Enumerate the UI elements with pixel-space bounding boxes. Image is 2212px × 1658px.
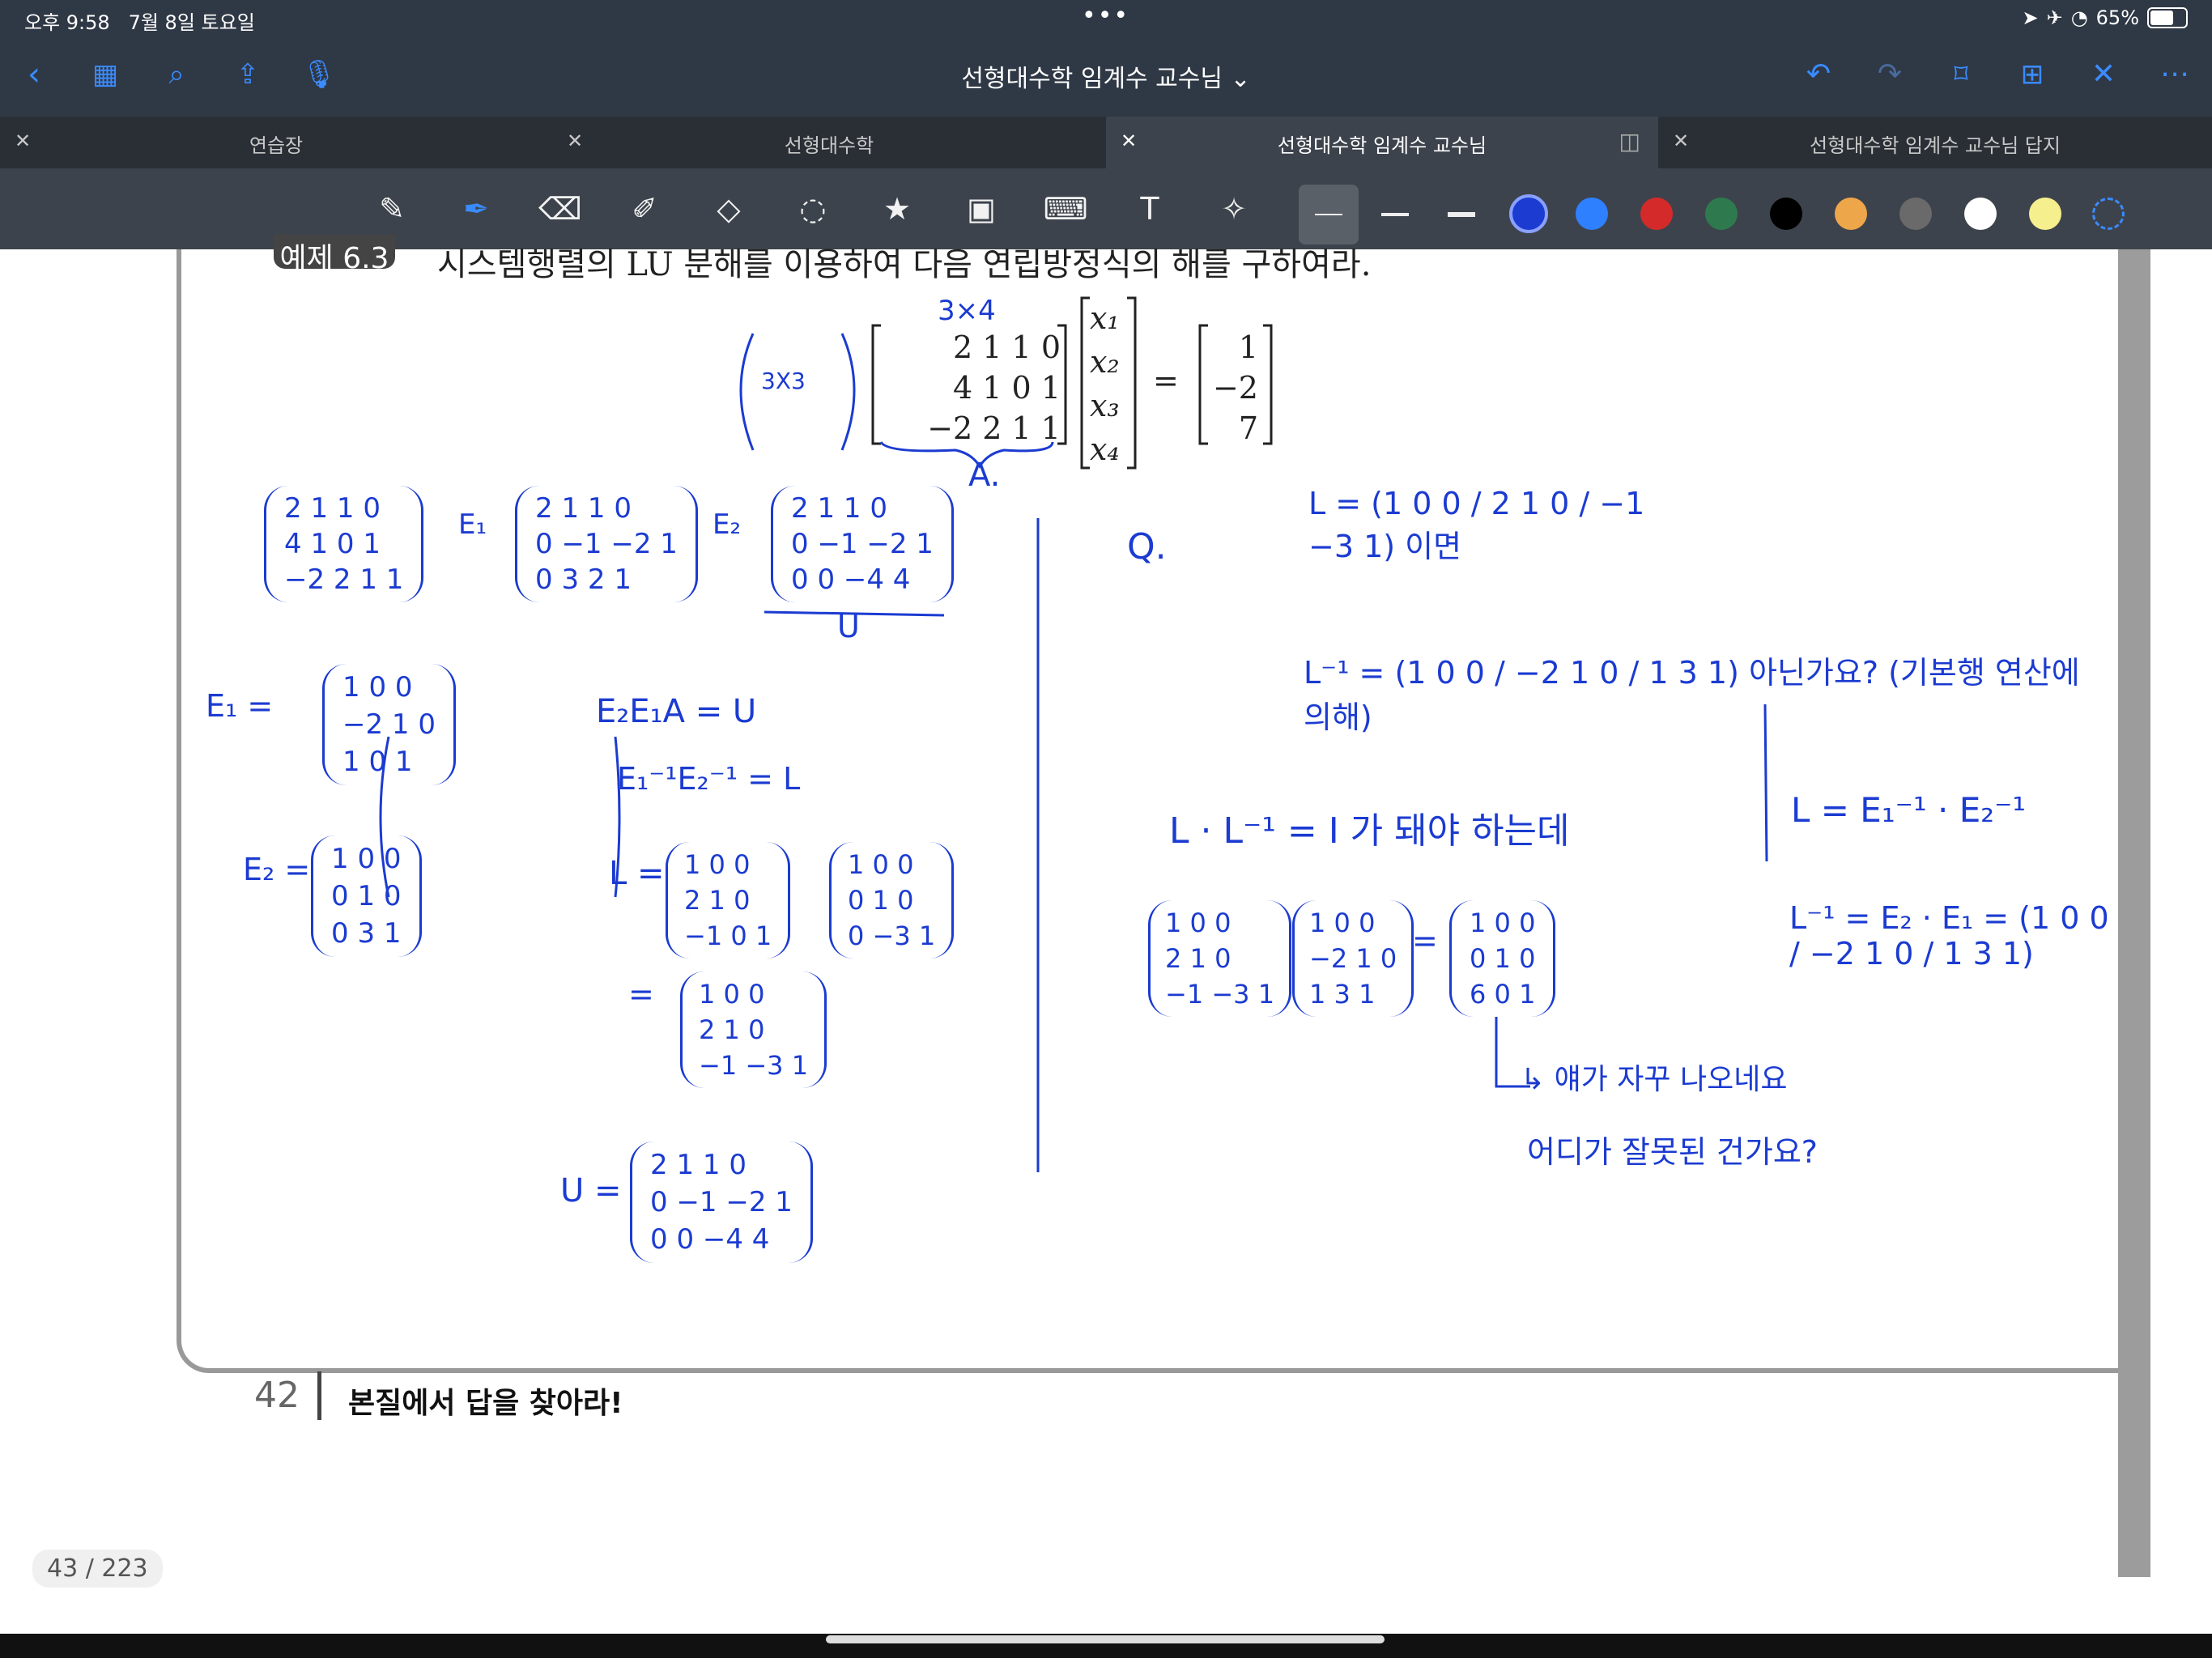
matrix-L-inverse-right: 1 0 0 −2 1 01 3 1 — [1292, 900, 1414, 1017]
matrix-E1-inverse: 1 0 02 1 0 −1 0 1 — [666, 842, 791, 959]
question-mark-Q: Q. — [1127, 526, 1167, 568]
matrix-step1: 2 1 1 00 −1 −2 10 3 2 1 — [515, 486, 698, 602]
arrow-E1: E₁ — [458, 508, 487, 541]
arrow-E2: E₂ — [713, 508, 742, 541]
eq-sign-2: = — [1412, 923, 1438, 959]
note-3x4: 3×4 — [938, 295, 996, 327]
matrix-L-left: 1 0 02 1 0 −1 −3 1 — [1148, 900, 1292, 1017]
eq-L-product-inverses: L = E₁⁻¹ · E₂⁻¹ — [1791, 790, 2027, 830]
eq-L-inverse-question: L⁻¹ = (1 0 0 / −2 1 0 / 1 3 1) 아닌가요? (기본… — [1304, 655, 2080, 735]
label-E2: E₂ = — [243, 852, 311, 887]
note-keeps-appearing: ↳ 얘가 자꾸 나오네요 — [1521, 1063, 1788, 1096]
matrix-E1: 1 0 0 −2 1 01 0 1 — [322, 664, 456, 785]
eq-EEA-U: E₂E₁A = U — [596, 693, 757, 730]
eq-L-inverse-product: L⁻¹ = E₂ · E₁ = (1 0 0 / −2 1 0 / 1 3 1) — [1789, 900, 2109, 971]
eq-L-definition: L = (1 0 0 / 2 1 0 / −1 −3 1) 이면 — [1308, 486, 1645, 564]
label-under-U: U — [837, 609, 860, 644]
eq-L-times-L-inverse: L · L⁻¹ = I 가 돼야 하는데 — [1169, 810, 1570, 852]
matrix-E2-inverse: 1 0 00 1 00 −3 1 — [829, 842, 955, 959]
note-A: A. — [968, 457, 1001, 494]
note-3x3: 3X3 — [761, 368, 806, 394]
matrix-U-step: 2 1 1 00 −1 −2 10 0 −4 4 — [771, 486, 954, 602]
label-E1: E₁ = — [206, 688, 274, 724]
matrix-E2: 1 0 00 1 00 3 1 — [311, 835, 422, 957]
eq-sign: = — [628, 976, 654, 1012]
matrix-A-copy: 2 1 1 04 1 0 1 −2 2 1 1 — [264, 486, 424, 602]
eq-inverse-L: E₁⁻¹E₂⁻¹ = L — [617, 761, 801, 797]
label-U-final: U = — [560, 1172, 622, 1209]
matrix-L-result: 1 0 02 1 0 −1 −3 1 — [680, 971, 827, 1088]
matrix-product-result: 1 0 00 1 06 0 1 — [1449, 900, 1556, 1017]
note-what-is-wrong: 어디가 잘못된 건가요? — [1527, 1134, 1818, 1170]
matrix-U-final: 2 1 1 00 −1 −2 10 0 −4 4 — [630, 1141, 813, 1263]
home-indicator[interactable] — [826, 1635, 1385, 1643]
label-L-eq: L = — [609, 855, 665, 892]
